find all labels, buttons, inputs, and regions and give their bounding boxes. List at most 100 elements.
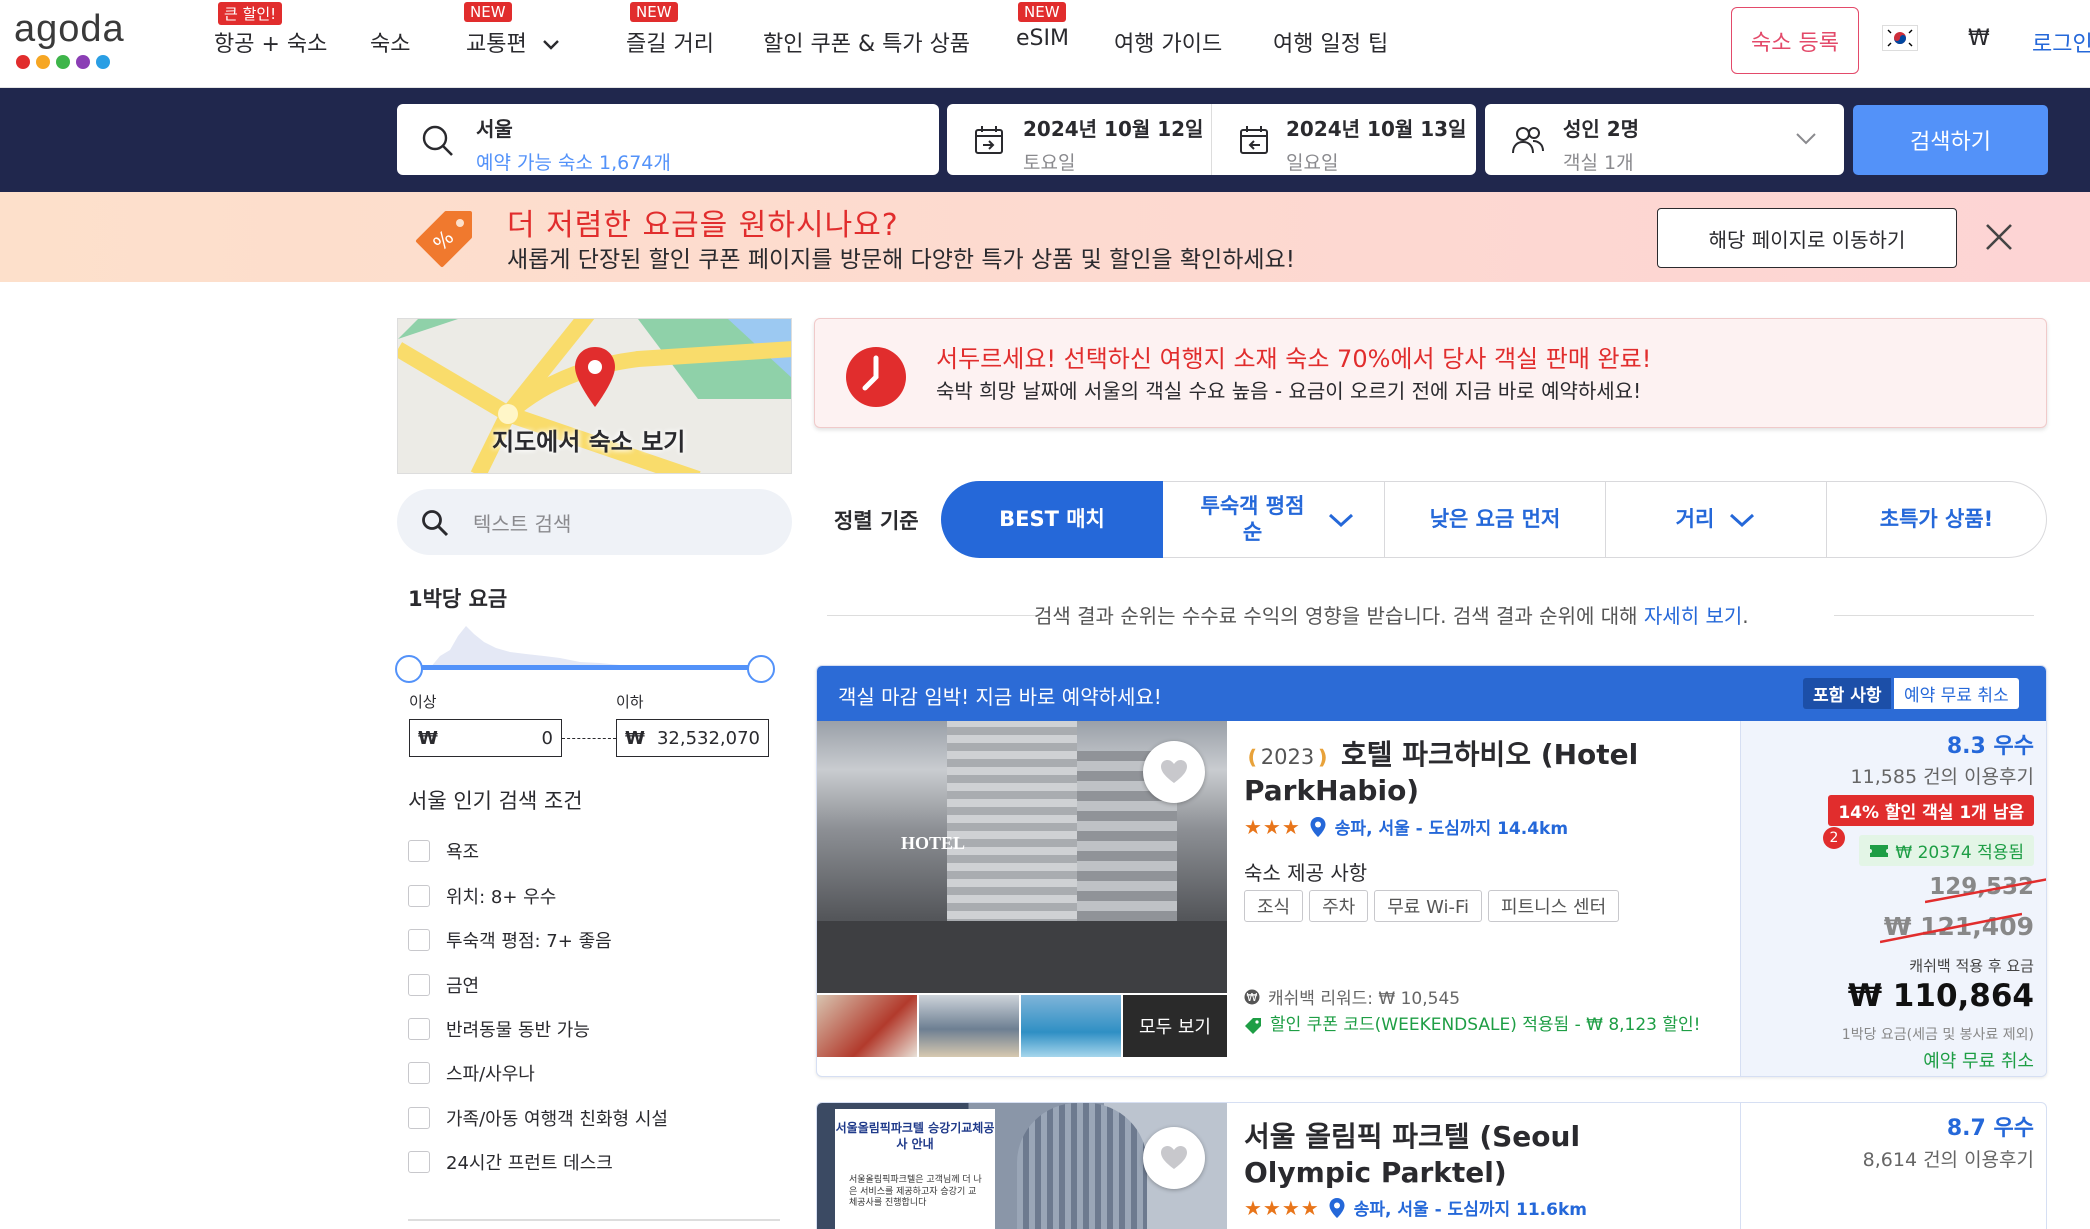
- language-flag-icon[interactable]: [1882, 25, 1918, 51]
- location-pin-icon: [1310, 816, 1326, 837]
- nav-hotels[interactable]: 숙소: [370, 26, 410, 58]
- coupon-applied-amount: ₩ 20374 적용됨: [1895, 843, 2024, 863]
- list-property-button[interactable]: 숙소 등록: [1731, 7, 1859, 74]
- checkbox[interactable]: [408, 1151, 430, 1173]
- filter-spa-sauna[interactable]: 스파/사우나: [408, 1060, 535, 1086]
- sort-tab-guest-rating[interactable]: 투숙객 평점 순: [1163, 481, 1385, 558]
- filter-pets-allowed[interactable]: 반려동물 동반 가능: [408, 1016, 590, 1042]
- checkbox[interactable]: [408, 885, 430, 907]
- svg-text:₩: ₩: [1247, 991, 1258, 1004]
- nav-badge: NEW: [1018, 2, 1066, 22]
- nav-flight-hotel[interactable]: 큰 할인! 항공 + 숙소: [214, 2, 328, 58]
- checkbox[interactable]: [408, 840, 430, 862]
- logo-dots: [16, 55, 110, 69]
- photo-thumbnail[interactable]: [919, 995, 1019, 1057]
- favorite-button[interactable]: [1143, 1127, 1205, 1189]
- hotel-name[interactable]: 서울 올림픽 파크텔 (Seoul Olympic Parktel): [1244, 1119, 1684, 1192]
- nav-esim[interactable]: NEW eSIM: [1016, 2, 1069, 51]
- amenities-list: 조식 주차 무료 Wi-Fi 피트니스 센터: [1244, 890, 1625, 922]
- price-max-input[interactable]: ₩ 32,532,070: [616, 719, 769, 757]
- text-search-input[interactable]: 텍스트 검색: [397, 489, 792, 555]
- price-min-label: 이상: [409, 693, 437, 711]
- search-button[interactable]: 검색하기: [1853, 105, 2048, 175]
- nav-label: 여행 가이드: [1114, 32, 1223, 57]
- favorite-button[interactable]: [1143, 741, 1205, 803]
- range-divider: [562, 738, 616, 739]
- checkin-date: 2024년 10월 12일: [1023, 117, 1204, 141]
- chevron-down-icon: [1796, 133, 1816, 145]
- free-cancellation: 예약 무료 취소: [1923, 1051, 2034, 1072]
- agoda-logo[interactable]: agoda: [14, 8, 125, 51]
- price-per-night-note: 1박당 요금(세금 및 봉사료 제외): [1841, 1027, 2034, 1043]
- promo-banner: % 더 저렴한 요금을 원하시나요? 새롭게 단장된 할인 쿠폰 페이지를 방문…: [0, 192, 2090, 282]
- hotel-rating-location: ★★★★ 송파, 서울 - 도심까지 11.6km: [1244, 1195, 1587, 1221]
- heart-icon: [1161, 760, 1187, 783]
- nav-transport[interactable]: NEW 교통편: [464, 2, 560, 58]
- checkbox[interactable]: [408, 1062, 430, 1084]
- sort-label: 정렬 기준: [834, 509, 919, 533]
- nav-label: 교통편: [466, 32, 527, 57]
- nav-label: 즐길 거리: [626, 32, 714, 57]
- review-count[interactable]: 11,585 건의 이용후기: [1851, 762, 2034, 789]
- filter-bathtub[interactable]: 욕조: [408, 838, 479, 864]
- learn-more-link[interactable]: 자세히 보기: [1644, 604, 1742, 628]
- map-preview[interactable]: 지도에서 숙소 보기: [397, 318, 792, 474]
- checkbox[interactable]: [408, 1107, 430, 1129]
- price-histogram: [410, 626, 770, 668]
- photo-thumbnail[interactable]: [817, 995, 917, 1057]
- price-min-input[interactable]: ₩ 0: [409, 719, 562, 757]
- checkbox[interactable]: [408, 1018, 430, 1040]
- close-icon[interactable]: [1984, 222, 2014, 252]
- sort-tab-lowest-price[interactable]: 낮은 요금 먼저: [1385, 481, 1606, 558]
- sort-tab-best-match[interactable]: BEST 매치: [941, 481, 1163, 558]
- filter-non-smoking[interactable]: 금연: [408, 972, 479, 998]
- hotel-title[interactable]: ❪2023❫ 호텔 파크하비오 (Hotel ParkHabio): [1244, 737, 1714, 810]
- currency-selector[interactable]: ₩: [1968, 26, 1990, 51]
- logo-dot: [16, 55, 30, 69]
- login-link[interactable]: 로그인: [2032, 26, 2090, 58]
- nav-itinerary-tips[interactable]: 여행 일정 팁: [1273, 26, 1388, 58]
- strikethrough-line: [1879, 912, 2022, 944]
- filter-family-friendly[interactable]: 가족/아동 여행객 친화형 시설: [408, 1105, 668, 1131]
- nav-label: 항공 + 숙소: [214, 32, 328, 57]
- hotel-location[interactable]: 송파, 서울 - 도심까지 11.6km: [1354, 1195, 1587, 1220]
- see-all-photos-button[interactable]: 모두 보기: [1123, 995, 1227, 1057]
- filter-label: 위치: 8+ 우수: [446, 887, 557, 908]
- hotel-card[interactable]: 서울올림픽파크텔 승강기교체공사 안내 서울올림픽파크텔은 고객님께 더 나은 …: [816, 1102, 2047, 1229]
- price-max-handle[interactable]: [747, 655, 775, 683]
- review-score[interactable]: 8.7 우수: [1947, 1110, 2034, 1142]
- filter-label: 투숙객 평점: 7+ 좋음: [446, 931, 612, 952]
- guests-field[interactable]: 성인 2명 객실 1개: [1485, 104, 1844, 175]
- location-pin-icon: [1329, 1197, 1345, 1218]
- hotel-location[interactable]: 송파, 서울 - 도심까지 14.4km: [1335, 814, 1568, 839]
- hotel-card[interactable]: 객실 마감 임박! 지금 바로 예약하세요! 포함 사항 예약 무료 취소 HO…: [816, 665, 2047, 1077]
- destination-value: 서울: [476, 117, 513, 141]
- go-to-coupons-button[interactable]: 해당 페이지로 이동하기: [1657, 208, 1957, 268]
- photo-thumbnail[interactable]: [1021, 995, 1121, 1057]
- checkin-field[interactable]: 2024년 10월 12일 토요일: [947, 104, 1211, 175]
- checkbox[interactable]: [408, 974, 430, 996]
- urgency-text: 숙박 희망 날짜에 서울의 객실 수요 높음 - 요금이 오르기 전에 지금 바…: [936, 379, 1642, 403]
- review-count[interactable]: 8,614 건의 이용후기: [1863, 1145, 2034, 1172]
- nav-travel-guide[interactable]: 여행 가이드: [1114, 26, 1222, 58]
- filter-24h-front-desk[interactable]: 24시간 프런트 데스크: [408, 1149, 613, 1175]
- filter-label: 스파/사우나: [446, 1064, 535, 1085]
- checkout-field[interactable]: 2024년 10월 13일 일요일: [1212, 104, 1476, 175]
- nav-activities[interactable]: NEW 즐길 거리: [626, 2, 714, 58]
- amenity-chip: 무료 Wi-Fi: [1374, 890, 1483, 922]
- review-score[interactable]: 8.3 우수: [1947, 728, 2034, 760]
- sort-tab-distance[interactable]: 거리: [1606, 481, 1827, 558]
- nav-coupons[interactable]: 할인 쿠폰 & 특가 상품: [763, 26, 970, 58]
- disclaimer-text: 검색 결과 순위는 수수료 수익의 영향을 받습니다. 검색 결과 순위에 대해: [1034, 604, 1644, 628]
- filter-location-8[interactable]: 위치: 8+ 우수: [408, 883, 556, 909]
- price-min-handle[interactable]: [395, 655, 423, 683]
- filter-rating-7[interactable]: 투숙객 평점: 7+ 좋음: [408, 927, 612, 953]
- destination-availability: 예약 가능 숙소 1,674개: [476, 152, 671, 174]
- sort-tab-label: 거리: [1675, 506, 1715, 531]
- checkbox[interactable]: [408, 929, 430, 951]
- checkin-day: 토요일: [1023, 152, 1076, 174]
- sort-tab-hot-deals[interactable]: 초특가 상품!: [1827, 481, 2047, 558]
- filter-label: 금연: [446, 976, 480, 997]
- destination-field[interactable]: 서울 예약 가능 숙소 1,674개: [397, 104, 939, 175]
- hotel-sign: HOTEL: [901, 833, 966, 853]
